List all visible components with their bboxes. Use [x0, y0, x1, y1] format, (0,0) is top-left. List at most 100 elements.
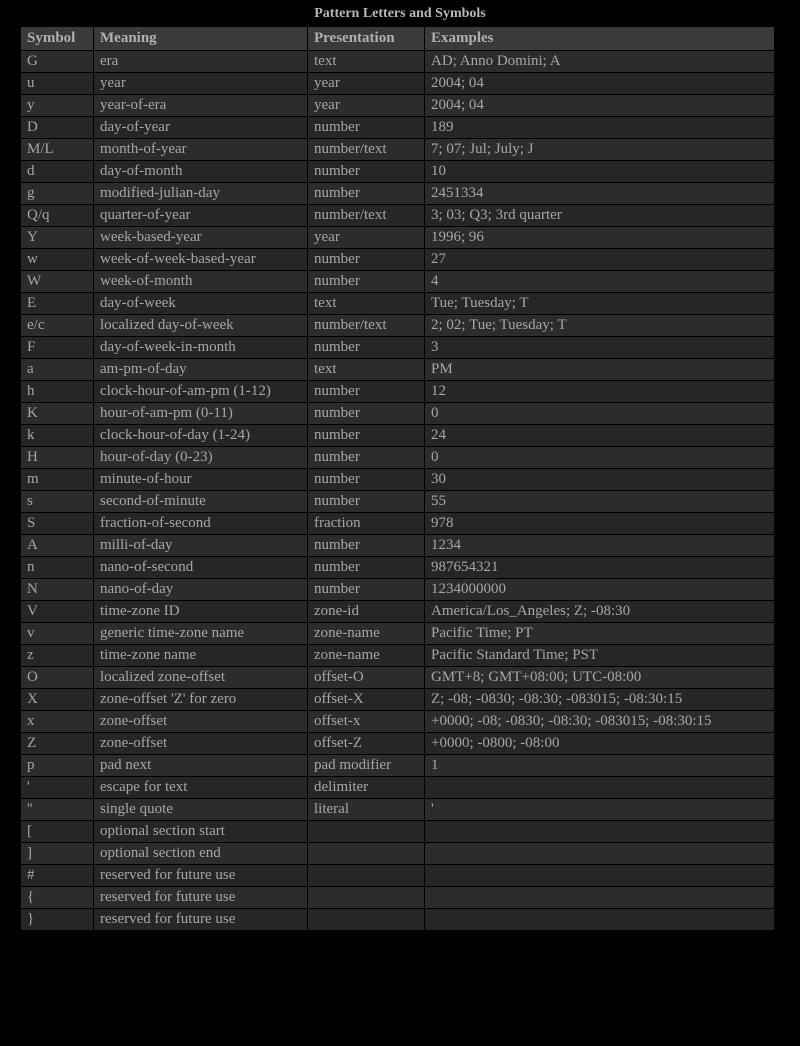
table-cell: m: [21, 469, 93, 490]
table-cell: [425, 887, 774, 908]
table-cell: year: [308, 73, 424, 94]
table-cell: S: [21, 513, 93, 534]
table-cell: E: [21, 293, 93, 314]
table-cell: number: [308, 557, 424, 578]
table-cell: 4: [425, 271, 774, 292]
table-row: aam-pm-of-daytextPM: [21, 359, 774, 380]
table-cell: [308, 887, 424, 908]
table-cell: ': [21, 777, 93, 798]
table-cell: Z; -08; -0830; -08:30; -083015; -08:30:1…: [425, 689, 774, 710]
table-cell: number/text: [308, 139, 424, 160]
table-cell: clock-hour-of-am-pm (1-12): [94, 381, 307, 402]
table-cell: N: [21, 579, 93, 600]
table-cell: [308, 865, 424, 886]
table-cell: time-zone name: [94, 645, 307, 666]
table-row: ssecond-of-minutenumber55: [21, 491, 774, 512]
table-cell: 24: [425, 425, 774, 446]
table-row: }reserved for future use: [21, 909, 774, 930]
table-cell: offset-x: [308, 711, 424, 732]
table-cell: week-of-week-based-year: [94, 249, 307, 270]
table-cell: e/c: [21, 315, 93, 336]
table-row: ]optional section end: [21, 843, 774, 864]
table-cell: fraction-of-second: [94, 513, 307, 534]
table-cell: 987654321: [425, 557, 774, 578]
header-meaning: Meaning: [94, 27, 307, 50]
table-cell: AD; Anno Domini; A: [425, 51, 774, 72]
table-cell: z: [21, 645, 93, 666]
table-row: Wweek-of-monthnumber4: [21, 271, 774, 292]
table-cell: [425, 843, 774, 864]
header-symbol: Symbol: [21, 27, 93, 50]
table-cell: [425, 821, 774, 842]
table-cell: v: [21, 623, 93, 644]
header-examples: Examples: [425, 27, 774, 50]
table-cell: 189: [425, 117, 774, 138]
table-cell: F: [21, 337, 93, 358]
table-cell: G: [21, 51, 93, 72]
table-row: Olocalized zone-offsetoffset-OGMT+8; GMT…: [21, 667, 774, 688]
table-cell: A: [21, 535, 93, 556]
table-cell: era: [94, 51, 307, 72]
table-cell: 1234: [425, 535, 774, 556]
table-row: Q/qquarter-of-yearnumber/text3; 03; Q3; …: [21, 205, 774, 226]
table-row: ztime-zone namezone-namePacific Standard…: [21, 645, 774, 666]
table-cell: number: [308, 249, 424, 270]
table-cell: D: [21, 117, 93, 138]
table-cell: 12: [425, 381, 774, 402]
table-row: Xzone-offset 'Z' for zerooffset-XZ; -08;…: [21, 689, 774, 710]
table-cell: 3; 03; Q3; 3rd quarter: [425, 205, 774, 226]
table-cell: 1: [425, 755, 774, 776]
table-row: xzone-offsetoffset-x+0000; -08; -0830; -…: [21, 711, 774, 732]
table-row: [optional section start: [21, 821, 774, 842]
table-cell: pad next: [94, 755, 307, 776]
table-row: wweek-of-week-based-yearnumber27: [21, 249, 774, 270]
table-row: mminute-of-hournumber30: [21, 469, 774, 490]
table-cell: [: [21, 821, 93, 842]
table-cell: [425, 909, 774, 930]
table-row: hclock-hour-of-am-pm (1-12)number12: [21, 381, 774, 402]
table-cell: 7; 07; Jul; July; J: [425, 139, 774, 160]
table-row: {reserved for future use: [21, 887, 774, 908]
table-cell: hour-of-day (0-23): [94, 447, 307, 468]
table-row: vgeneric time-zone namezone-namePacific …: [21, 623, 774, 644]
table-cell: offset-X: [308, 689, 424, 710]
table-cell: y: [21, 95, 93, 116]
table-cell: number: [308, 535, 424, 556]
table-row: 'escape for textdelimiter: [21, 777, 774, 798]
table-cell: W: [21, 271, 93, 292]
table-cell: [425, 777, 774, 798]
table-row: Khour-of-am-pm (0-11)number0: [21, 403, 774, 424]
table-cell: H: [21, 447, 93, 468]
table-cell: reserved for future use: [94, 909, 307, 930]
table-cell: PM: [425, 359, 774, 380]
table-cell: week-of-month: [94, 271, 307, 292]
table-head: Symbol Meaning Presentation Examples: [21, 27, 774, 50]
pattern-table: Symbol Meaning Presentation Examples Ger…: [20, 26, 775, 931]
table-cell: n: [21, 557, 93, 578]
table-cell: ': [425, 799, 774, 820]
table-cell: offset-Z: [308, 733, 424, 754]
table-cell: second-of-minute: [94, 491, 307, 512]
table-cell: 27: [425, 249, 774, 270]
table-row: Zzone-offsetoffset-Z+0000; -0800; -08:00: [21, 733, 774, 754]
table-cell: fraction: [308, 513, 424, 534]
table-cell: {: [21, 887, 93, 908]
table-cell: zone-name: [308, 623, 424, 644]
table-cell: text: [308, 293, 424, 314]
table-cell: k: [21, 425, 93, 446]
table-cell: year: [308, 227, 424, 248]
table-cell: Tue; Tuesday; T: [425, 293, 774, 314]
table-cell: ]: [21, 843, 93, 864]
table-cell: number: [308, 579, 424, 600]
table-cell: modified-julian-day: [94, 183, 307, 204]
table-cell: number: [308, 337, 424, 358]
table-cell: number: [308, 491, 424, 512]
table-row: Amilli-of-daynumber1234: [21, 535, 774, 556]
table-cell: optional section start: [94, 821, 307, 842]
table-row: e/clocalized day-of-weeknumber/text2; 02…: [21, 315, 774, 336]
table-row: ppad nextpad modifier1: [21, 755, 774, 776]
table-row: Eday-of-weektextTue; Tuesday; T: [21, 293, 774, 314]
table-cell: Pacific Time; PT: [425, 623, 774, 644]
table-cell: reserved for future use: [94, 887, 307, 908]
table-cell: 10: [425, 161, 774, 182]
